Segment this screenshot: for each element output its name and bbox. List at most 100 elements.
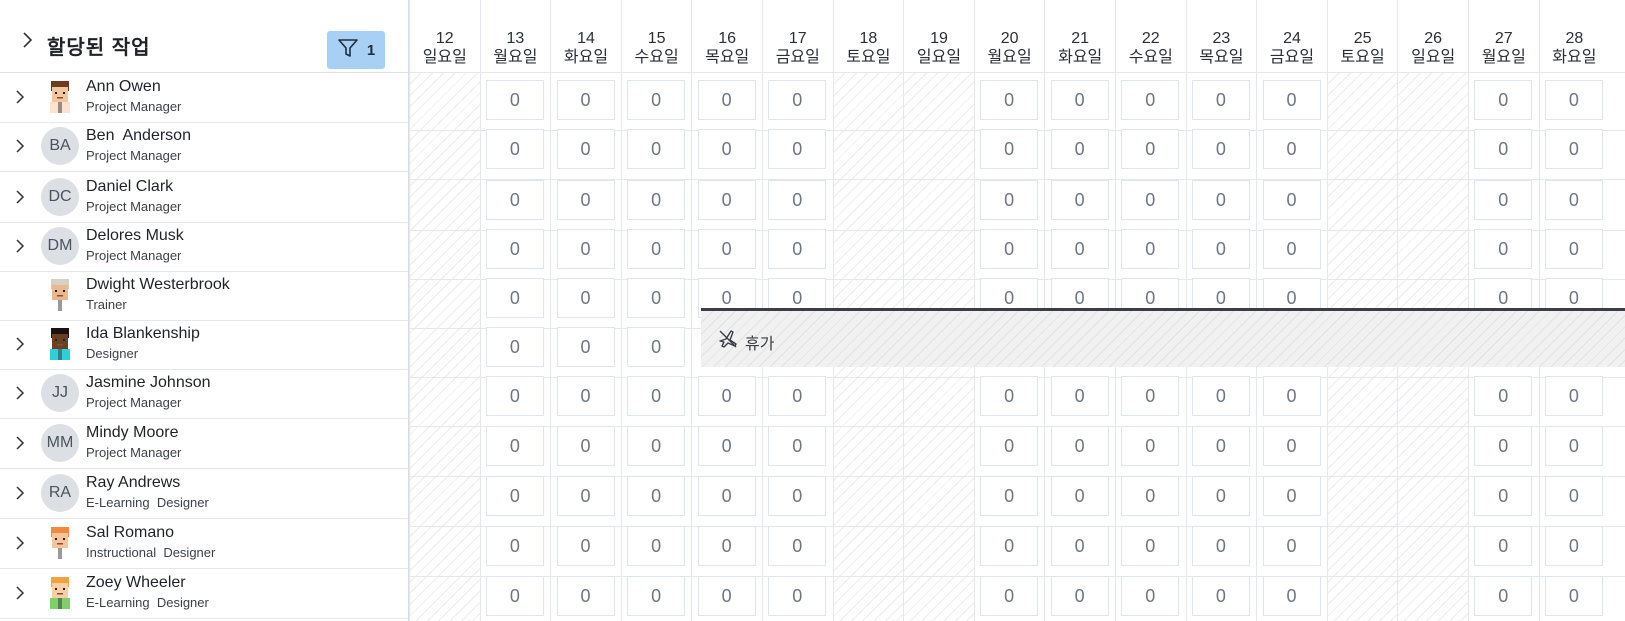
hours-cell[interactable]: 0 <box>627 376 686 416</box>
hours-cell[interactable]: 0 <box>485 576 544 616</box>
chevron-right-icon[interactable] <box>15 189 25 210</box>
hours-cell[interactable]: 0 <box>697 129 756 169</box>
hours-cell[interactable]: 0 <box>556 526 615 566</box>
hours-cell[interactable]: 0 <box>768 80 827 120</box>
chevron-right-icon[interactable] <box>15 585 25 606</box>
chevron-right-icon[interactable] <box>15 385 25 406</box>
hours-cell[interactable]: 0 <box>556 180 615 220</box>
chevron-right-icon[interactable] <box>15 435 25 456</box>
hours-cell[interactable]: 0 <box>1262 229 1321 269</box>
hours-cell[interactable]: 0 <box>485 229 544 269</box>
hours-cell[interactable]: 0 <box>485 80 544 120</box>
timeoff-block[interactable]: 휴가 <box>701 308 1625 367</box>
hours-cell[interactable]: 0 <box>1191 229 1250 269</box>
hours-cell[interactable]: 0 <box>768 376 827 416</box>
hours-cell[interactable]: 0 <box>1544 229 1603 269</box>
hours-cell[interactable]: 0 <box>1474 476 1533 516</box>
hours-cell[interactable]: 0 <box>556 278 615 318</box>
hours-cell[interactable]: 0 <box>697 426 756 466</box>
hours-cell[interactable]: 0 <box>1474 129 1533 169</box>
person-name[interactable]: Ida Blankenship <box>86 325 200 343</box>
person-name[interactable]: Mindy Moore <box>86 424 178 442</box>
hours-cell[interactable]: 0 <box>485 376 544 416</box>
hours-cell[interactable]: 0 <box>1121 180 1180 220</box>
hours-cell[interactable]: 0 <box>1050 476 1109 516</box>
hours-cell[interactable]: 0 <box>1262 426 1321 466</box>
hours-cell[interactable]: 0 <box>1474 80 1533 120</box>
hours-cell[interactable]: 0 <box>485 526 544 566</box>
hours-cell[interactable]: 0 <box>556 229 615 269</box>
hours-cell[interactable]: 0 <box>1050 229 1109 269</box>
hours-cell[interactable]: 0 <box>1262 576 1321 616</box>
hours-cell[interactable]: 0 <box>1544 129 1603 169</box>
hours-cell[interactable]: 0 <box>1474 229 1533 269</box>
chevron-right-icon[interactable] <box>15 485 25 506</box>
hours-cell[interactable]: 0 <box>1474 180 1533 220</box>
hours-cell[interactable]: 0 <box>1191 576 1250 616</box>
hours-cell[interactable]: 0 <box>697 476 756 516</box>
hours-cell[interactable]: 0 <box>627 180 686 220</box>
hours-cell[interactable]: 0 <box>556 327 615 367</box>
person-row[interactable]: Ida Blankenship Designer <box>0 319 408 370</box>
hours-cell[interactable]: 0 <box>980 576 1039 616</box>
hours-cell[interactable]: 0 <box>697 576 756 616</box>
chevron-right-icon[interactable] <box>22 31 34 54</box>
person-name[interactable]: Daniel Clark <box>86 178 173 196</box>
hours-cell[interactable]: 0 <box>980 80 1039 120</box>
person-row[interactable]: RA Ray Andrews E-Learning Designer <box>0 468 408 519</box>
person-name[interactable]: Dwight Westerbrook <box>86 276 230 294</box>
chevron-right-icon[interactable] <box>15 138 25 159</box>
hours-cell[interactable]: 0 <box>980 476 1039 516</box>
hours-cell[interactable]: 0 <box>1544 426 1603 466</box>
hours-cell[interactable]: 0 <box>1121 129 1180 169</box>
hours-cell[interactable]: 0 <box>1262 80 1321 120</box>
person-row[interactable]: BA Ben Anderson Project Manager <box>0 121 408 172</box>
hours-cell[interactable]: 0 <box>485 278 544 318</box>
hours-cell[interactable]: 0 <box>768 129 827 169</box>
hours-cell[interactable]: 0 <box>980 180 1039 220</box>
hours-cell[interactable]: 0 <box>1544 526 1603 566</box>
chevron-right-icon[interactable] <box>15 238 25 259</box>
hours-cell[interactable]: 0 <box>1544 180 1603 220</box>
filter-button[interactable]: 1 <box>327 31 385 69</box>
hours-cell[interactable]: 0 <box>1050 129 1109 169</box>
hours-cell[interactable]: 0 <box>627 229 686 269</box>
person-row[interactable]: Ann Owen Project Manager <box>0 72 408 123</box>
hours-cell[interactable]: 0 <box>627 129 686 169</box>
hours-cell[interactable]: 0 <box>1121 80 1180 120</box>
hours-cell[interactable]: 0 <box>1544 376 1603 416</box>
chevron-right-icon[interactable] <box>15 89 25 110</box>
hours-cell[interactable]: 0 <box>980 129 1039 169</box>
hours-cell[interactable]: 0 <box>980 526 1039 566</box>
person-name[interactable]: Ben Anderson <box>86 127 191 145</box>
hours-cell[interactable]: 0 <box>1191 129 1250 169</box>
hours-cell[interactable]: 0 <box>1474 426 1533 466</box>
hours-cell[interactable]: 0 <box>556 426 615 466</box>
hours-cell[interactable]: 0 <box>1262 376 1321 416</box>
hours-cell[interactable]: 0 <box>485 129 544 169</box>
hours-cell[interactable]: 0 <box>1191 526 1250 566</box>
hours-cell[interactable]: 0 <box>1262 129 1321 169</box>
person-name[interactable]: Delores Musk <box>86 227 184 245</box>
hours-cell[interactable]: 0 <box>768 229 827 269</box>
hours-cell[interactable]: 0 <box>768 476 827 516</box>
hours-cell[interactable]: 0 <box>1544 80 1603 120</box>
person-name[interactable]: Jasmine Johnson <box>86 374 211 392</box>
hours-cell[interactable]: 0 <box>980 229 1039 269</box>
hours-cell[interactable]: 0 <box>627 80 686 120</box>
person-row[interactable]: Sal Romano Instructional Designer <box>0 518 408 569</box>
hours-cell[interactable]: 0 <box>697 180 756 220</box>
hours-cell[interactable]: 0 <box>1050 426 1109 466</box>
hours-cell[interactable]: 0 <box>627 526 686 566</box>
hours-cell[interactable]: 0 <box>1544 576 1603 616</box>
hours-cell[interactable]: 0 <box>627 327 686 367</box>
hours-cell[interactable]: 0 <box>980 426 1039 466</box>
hours-cell[interactable]: 0 <box>627 576 686 616</box>
hours-cell[interactable]: 0 <box>1191 180 1250 220</box>
hours-cell[interactable]: 0 <box>627 426 686 466</box>
hours-cell[interactable]: 0 <box>485 476 544 516</box>
person-row[interactable]: Dwight Westerbrook Trainer <box>0 270 408 321</box>
hours-cell[interactable]: 0 <box>1262 526 1321 566</box>
person-name[interactable]: Zoey Wheeler <box>86 574 186 592</box>
hours-cell[interactable]: 0 <box>485 426 544 466</box>
